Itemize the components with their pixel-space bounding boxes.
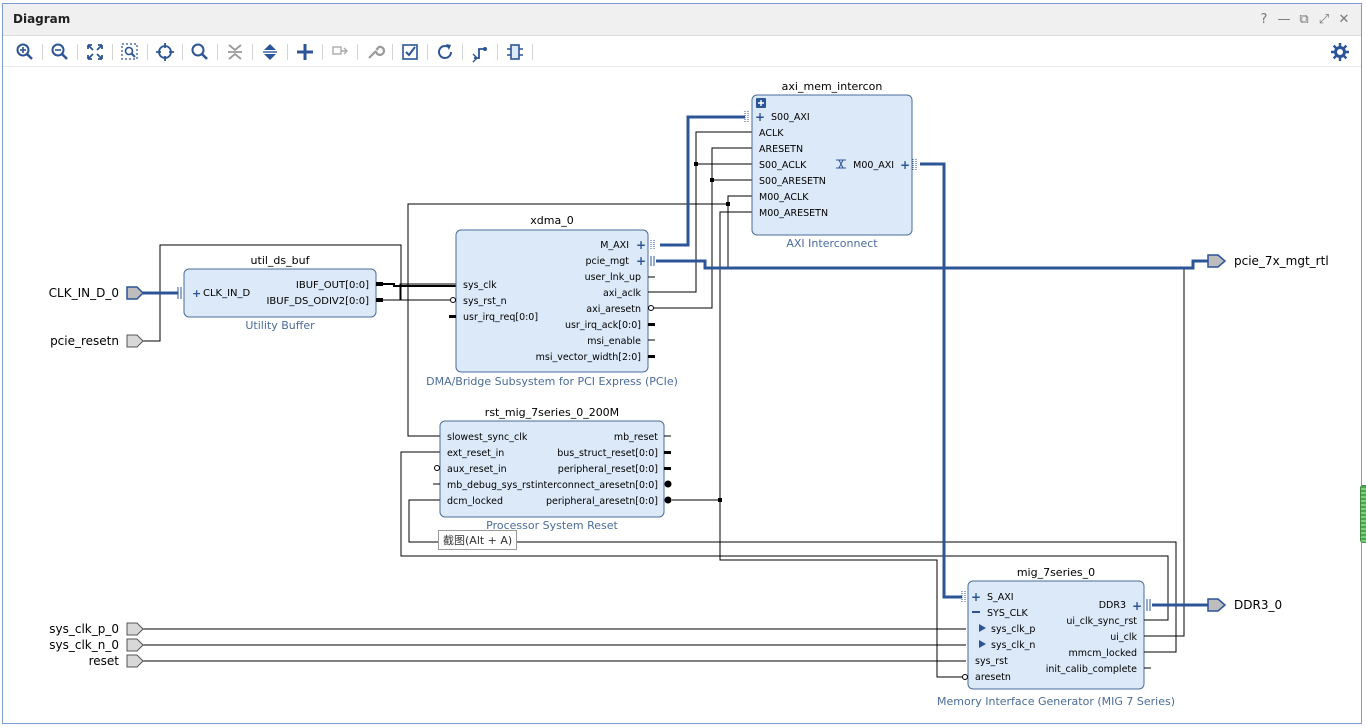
port-reset[interactable]: reset bbox=[89, 654, 144, 668]
pin-aresetn[interactable]: ARESETN bbox=[759, 144, 803, 155]
net-axi-aclk[interactable] bbox=[641, 163, 752, 293]
pin-mb-debug-sys-rst[interactable]: mb_debug_sys_rst bbox=[447, 480, 535, 491]
pin-m00-axi[interactable]: M00_AXI bbox=[853, 160, 894, 171]
port-label-sys-clk-n: sys_clk_n_0 bbox=[49, 638, 119, 652]
pin-bus-struct-reset[interactable]: bus_struct_reset[0:0] bbox=[557, 448, 658, 459]
block-mig-7series-0[interactable]: mig_7series_0 + S_AXI SYS_CLK sys_clk_p … bbox=[937, 566, 1175, 708]
block-subtitle-mig: Memory Interface Generator (MIG 7 Series… bbox=[937, 695, 1175, 708]
m-axi-plus-icon[interactable]: + bbox=[636, 238, 646, 252]
pin-usr-irq-ack[interactable]: usr_irq_ack[0:0] bbox=[565, 320, 641, 331]
block-name-mig: mig_7series_0 bbox=[1017, 566, 1095, 579]
pin-ext-reset-in[interactable]: ext_reset_in bbox=[447, 448, 504, 459]
port-label-pcie-7x: pcie_7x_mgt_rtl bbox=[1234, 254, 1329, 268]
pin-sys-rst[interactable]: sys_rst bbox=[975, 656, 1008, 667]
net-mig-aresetn[interactable] bbox=[719, 500, 962, 678]
block-rst-mig[interactable]: rst_mig_7series_0_200M slowest_sync_clk … bbox=[433, 406, 672, 532]
port-sys-clk-p-0[interactable]: sys_clk_p_0 bbox=[49, 622, 144, 636]
port-label-sys-clk-p: sys_clk_p_0 bbox=[49, 622, 119, 636]
vertical-scrollbar-thumb[interactable] bbox=[1360, 485, 1366, 543]
pin-mb-reset[interactable]: mb_reset bbox=[614, 432, 658, 443]
pin-interconnect-aresetn[interactable]: interconnect_aresetn[0:0] bbox=[535, 480, 658, 491]
block-name-util-ds-buf: util_ds_buf bbox=[251, 254, 311, 267]
port-pcie-7x-mgt-rtl[interactable]: pcie_7x_mgt_rtl bbox=[1207, 254, 1329, 268]
pin-sys-clk-p[interactable]: sys_clk_p bbox=[991, 624, 1035, 635]
pin-init-calib-complete[interactable]: init_calib_complete bbox=[1046, 664, 1137, 675]
bus-m-axi[interactable] bbox=[660, 115, 745, 247]
s00-axi-plus-icon[interactable]: + bbox=[755, 110, 765, 124]
pin-aresetn-mig[interactable]: aresetn bbox=[975, 672, 1011, 683]
port-label-ddr3: DDR3_0 bbox=[1234, 598, 1282, 612]
pin-dcm-locked[interactable]: dcm_locked bbox=[447, 496, 503, 507]
pin-aux-reset-in[interactable]: aux_reset_in bbox=[447, 464, 507, 475]
block-diagram-canvas[interactable]: CLK_IN_D_0 pcie_resetn sys_clk_p_0 sys_c… bbox=[0, 0, 1366, 728]
bus-pcie-mgt[interactable] bbox=[656, 259, 1208, 270]
port-clk-in-d-0[interactable]: CLK_IN_D_0 bbox=[49, 286, 145, 300]
block-name-xdma: xdma_0 bbox=[530, 214, 573, 227]
pin-sys-clk[interactable]: sys_clk bbox=[463, 280, 497, 291]
pin-slowest-sync-clk[interactable]: slowest_sync_clk bbox=[447, 432, 528, 443]
port-sys-clk-n-0[interactable]: sys_clk_n_0 bbox=[49, 638, 144, 652]
port-ddr3-0[interactable]: DDR3_0 bbox=[1207, 598, 1282, 612]
pin-sys-clk-n[interactable]: sys_clk_n bbox=[991, 640, 1035, 651]
bus-m00-axi[interactable] bbox=[920, 162, 962, 599]
port-label-reset: reset bbox=[89, 654, 120, 668]
pin-s-axi[interactable]: S_AXI bbox=[987, 592, 1014, 603]
pin-aclk[interactable]: ACLK bbox=[759, 128, 784, 139]
net-ui-clk[interactable] bbox=[727, 195, 1185, 637]
pcie-mgt-plus-icon[interactable]: + bbox=[636, 254, 646, 268]
block-name-axi: axi_mem_intercon bbox=[782, 80, 883, 93]
pin-axi-aresetn[interactable]: axi_aresetn bbox=[586, 304, 641, 315]
block-axi-mem-intercon[interactable]: axi_mem_intercon + S00_AXI ACLK ARESETN … bbox=[744, 80, 917, 250]
pin-usr-irq-req[interactable]: usr_irq_req[0:0] bbox=[463, 312, 538, 323]
port-label-clk-in: CLK_IN_D_0 bbox=[49, 286, 119, 300]
pin-ddr3[interactable]: DDR3 bbox=[1099, 600, 1126, 611]
junction-ui-clk bbox=[726, 202, 730, 206]
block-name-rst: rst_mig_7series_0_200M bbox=[485, 406, 619, 419]
pin-pcie-mgt[interactable]: pcie_mgt bbox=[586, 256, 630, 267]
block-subtitle-xdma: DMA/Bridge Subsystem for PCI Express (PC… bbox=[426, 375, 678, 388]
pin-s00-aclk[interactable]: S00_ACLK bbox=[759, 160, 807, 171]
block-util-ds-buf[interactable]: util_ds_buf + CLK_IN_D IBUF_OUT[0:0] IBU… bbox=[177, 254, 383, 332]
pin-s00-axi[interactable]: S00_AXI bbox=[771, 112, 810, 123]
pin-axi-aclk[interactable]: axi_aclk bbox=[603, 288, 642, 299]
pin-peripheral-reset[interactable]: peripheral_reset[0:0] bbox=[558, 464, 658, 475]
screenshot-tooltip: 截图(Alt + A) bbox=[438, 530, 518, 550]
bus-nets bbox=[143, 115, 1208, 607]
port-label-pcie-resetn: pcie_resetn bbox=[50, 334, 119, 348]
block-xdma-0[interactable]: xdma_0 sys_clk sys_rst_n usr_irq_req[0:0… bbox=[426, 214, 678, 388]
pin-ibuf-out[interactable]: IBUF_OUT[0:0] bbox=[296, 280, 369, 291]
pin-msi-vector-width[interactable]: msi_vector_width[2:0] bbox=[536, 352, 641, 363]
block-subtitle-axi: AXI Interconnect bbox=[786, 237, 878, 250]
m00-axi-plus-icon[interactable]: + bbox=[900, 158, 910, 172]
junction-peripheral-aresetn bbox=[718, 498, 722, 502]
junction-aclk bbox=[694, 162, 698, 166]
pin-ui-clk-sync-rst[interactable]: ui_clk_sync_rst bbox=[1066, 616, 1137, 627]
pin-sys-clk-group[interactable]: SYS_CLK bbox=[987, 608, 1029, 619]
block-subtitle-util-ds-buf: Utility Buffer bbox=[245, 319, 315, 332]
pin-peripheral-aresetn[interactable]: peripheral_aresetn[0:0] bbox=[546, 496, 658, 507]
pin-user-lnk-up[interactable]: user_lnk_up bbox=[585, 272, 641, 283]
pin-clk-in-d[interactable]: CLK_IN_D bbox=[203, 288, 251, 299]
pin-mmcm-locked[interactable]: mmcm_locked bbox=[1069, 648, 1137, 659]
pin-m-axi[interactable]: M_AXI bbox=[600, 240, 629, 251]
pin-s00-aresetn[interactable]: S00_ARESETN bbox=[759, 176, 826, 187]
pin-msi-enable[interactable]: msi_enable bbox=[587, 336, 641, 347]
pin-m00-aclk[interactable]: M00_ACLK bbox=[759, 192, 809, 203]
pin-ui-clk[interactable]: ui_clk bbox=[1110, 632, 1137, 643]
port-pcie-resetn[interactable]: pcie_resetn bbox=[50, 334, 144, 348]
pin-sys-rst-n[interactable]: sys_rst_n bbox=[463, 296, 507, 307]
ddr3-plus-icon[interactable]: + bbox=[1132, 599, 1142, 613]
pin-ibuf-ds-odiv2[interactable]: IBUF_DS_ODIV2[0:0] bbox=[266, 296, 369, 307]
pin-m00-aresetn[interactable]: M00_ARESETN bbox=[759, 208, 828, 219]
junction-aresetn bbox=[710, 178, 714, 182]
s-axi-plus-icon[interactable]: + bbox=[971, 590, 981, 604]
expand-plus-icon[interactable]: + bbox=[192, 287, 201, 300]
